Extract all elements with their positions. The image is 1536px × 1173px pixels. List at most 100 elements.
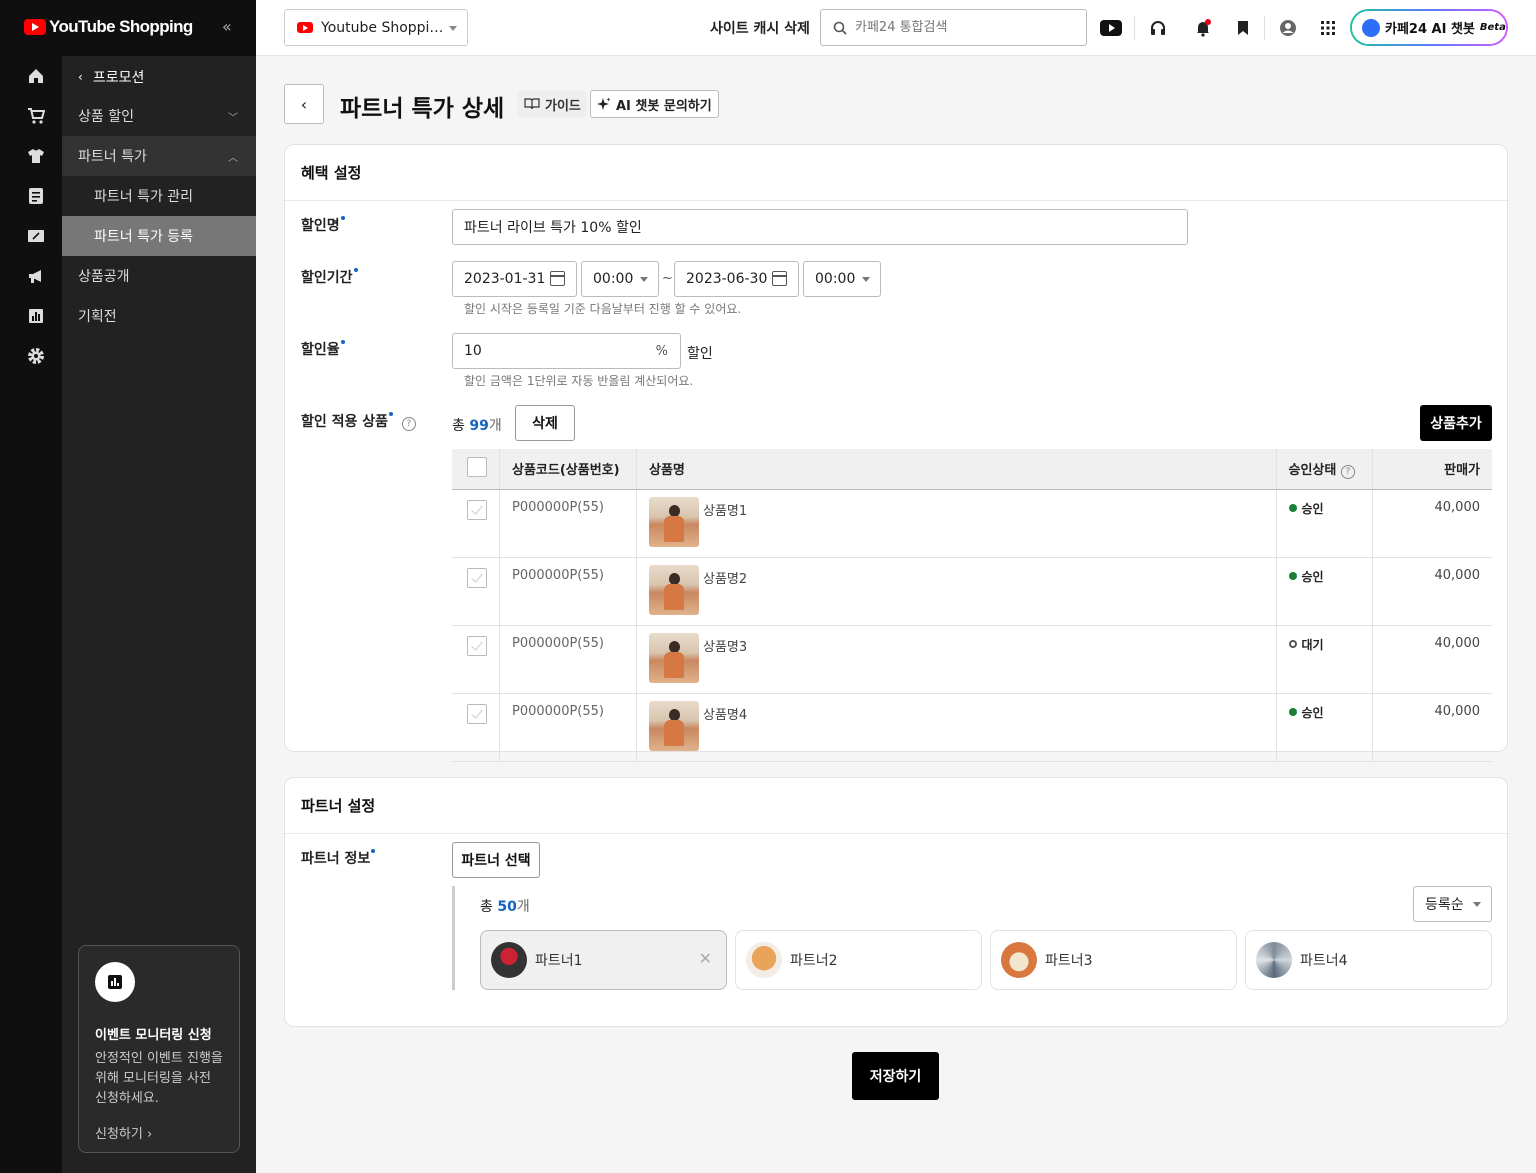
- start-time-select[interactable]: 00:00: [581, 261, 659, 297]
- home-icon[interactable]: [26, 66, 46, 86]
- chevron-down-icon: ﹀: [228, 112, 238, 124]
- monitoring-title: 이벤트 모니터링 신청: [95, 1028, 212, 1043]
- select-all-cell: [452, 449, 500, 490]
- submenu-item-partner-deal-manage[interactable]: 파트너 특가 관리: [62, 176, 256, 216]
- submenu-item-partner-deal[interactable]: 파트너 특가 ︿: [62, 136, 256, 176]
- clear-site-cache-button[interactable]: 사이트 캐시 삭제: [710, 18, 810, 38]
- partner-select-button[interactable]: 파트너 선택: [452, 842, 540, 878]
- page-title: 파트너 특가 상세: [340, 96, 505, 122]
- youtube-shopping-logo[interactable]: YouTube Shopping: [24, 17, 193, 37]
- submenu-item-exhibition[interactable]: 기획전: [62, 296, 256, 336]
- delete-products-button[interactable]: 삭제: [515, 405, 575, 441]
- ai-chatbot-button[interactable]: 카페24 AI 챗봇 Beta: [1350, 9, 1508, 46]
- period-separator: ~: [662, 271, 673, 286]
- row-checkbox[interactable]: [467, 703, 487, 724]
- partner-chip[interactable]: 파트너3: [990, 930, 1237, 990]
- status-badge: 대기: [1288, 636, 1360, 653]
- brand-bar: YouTube Shopping «: [0, 0, 256, 56]
- cart-icon[interactable]: [26, 106, 46, 126]
- calendar-icon[interactable]: [550, 271, 565, 286]
- discount-rate-label: 할인율: [301, 339, 345, 359]
- monitoring-desc: 안정적인 이벤트 진행을 위해 모니터링을 사전 신청하세요.: [95, 1051, 223, 1106]
- discount-name-label: 할인명: [301, 215, 345, 235]
- event-monitoring-card: 이벤트 모니터링 신청 안정적인 이벤트 진행을 위해 모니터링을 사전 신청하…: [78, 945, 240, 1153]
- gear-icon[interactable]: [26, 346, 46, 366]
- column-price: 판매가: [1371, 449, 1492, 490]
- discount-rate-field[interactable]: 10 %: [452, 333, 681, 369]
- headset-icon[interactable]: [1148, 18, 1168, 38]
- status-badge: 승인: [1288, 568, 1360, 585]
- approved-dot-icon: [1288, 504, 1297, 512]
- table-row: P000000P(55) 상품명2 승인 40,000: [452, 557, 1492, 626]
- product-name[interactable]: 상품명2: [703, 572, 747, 587]
- submenu-item-partner-deal-register[interactable]: 파트너 특가 등록: [62, 216, 256, 256]
- partner-info-label: 파트너 정보: [301, 848, 376, 868]
- add-products-button[interactable]: 상품추가: [1420, 405, 1492, 441]
- caret-down-icon: [862, 277, 870, 282]
- chatbot-icon: [1362, 18, 1380, 37]
- discount-name-field[interactable]: 파트너 라이브 특가 10% 할인: [452, 209, 1188, 245]
- apps-grid-icon[interactable]: [1318, 18, 1338, 38]
- partner-settings-card: 파트너 설정 파트너 정보 파트너 선택 총 50개 등록순 파트너1 ✕ 파트…: [284, 777, 1508, 1027]
- ai-chatbot-ask-button[interactable]: AI 챗봇 문의하기: [590, 90, 719, 118]
- approved-dot-icon: [1288, 708, 1297, 716]
- help-icon[interactable]: ?: [401, 417, 416, 431]
- youtube-icon[interactable]: [1100, 18, 1122, 38]
- product-price: 40,000: [1371, 489, 1492, 558]
- status-badge: 승인: [1288, 500, 1360, 517]
- status-badge: 승인: [1288, 704, 1360, 721]
- account-icon[interactable]: [1278, 18, 1298, 38]
- submenu-item-product-publish[interactable]: 상품공개: [62, 256, 256, 296]
- start-date-field[interactable]: 2023-01-31: [452, 261, 577, 297]
- help-icon[interactable]: ?: [1340, 464, 1355, 479]
- product-name[interactable]: 상품명1: [703, 504, 747, 519]
- monitoring-apply-link[interactable]: 신청하기 ›: [95, 1123, 223, 1142]
- sparkle-icon: [597, 97, 611, 110]
- book-icon: [524, 98, 540, 110]
- shop-select[interactable]: Youtube Shoppi…: [284, 9, 468, 46]
- close-icon[interactable]: ✕: [699, 949, 712, 968]
- benefit-settings-card: 혜택 설정 할인명 파트너 라이브 특가 10% 할인 할인기간 2023-01…: [284, 144, 1508, 762]
- search-input[interactable]: [855, 20, 1065, 35]
- product-name[interactable]: 상품명4: [703, 708, 747, 723]
- shirt-icon[interactable]: [26, 146, 46, 166]
- global-search[interactable]: [820, 9, 1087, 46]
- approved-dot-icon: [1288, 572, 1297, 580]
- row-checkbox[interactable]: [467, 635, 487, 656]
- submenu-item-product-discount[interactable]: 상품 할인 ﹀: [62, 96, 256, 136]
- product-code: P000000P(55): [499, 625, 637, 694]
- coupon-icon[interactable]: [26, 226, 46, 246]
- select-all-checkbox[interactable]: [467, 456, 487, 477]
- chart-icon[interactable]: [26, 306, 46, 326]
- partner-settings-title: 파트너 설정: [285, 778, 1507, 834]
- bar-chart-icon: [95, 962, 135, 1002]
- document-icon[interactable]: [26, 186, 46, 206]
- double-chevron-left-icon[interactable]: «: [222, 17, 232, 36]
- bell-icon[interactable]: [1193, 18, 1213, 38]
- megaphone-icon[interactable]: [26, 266, 46, 286]
- table-row: P000000P(55) 상품명4 승인 40,000: [452, 693, 1492, 762]
- partner-chip[interactable]: 파트너4: [1245, 930, 1492, 990]
- submenu-back[interactable]: ‹ 프로모션: [78, 67, 144, 87]
- save-button[interactable]: 저장하기: [852, 1052, 939, 1100]
- end-time-select[interactable]: 00:00: [803, 261, 881, 297]
- partner-avatar: [1256, 942, 1292, 978]
- back-button[interactable]: ‹: [284, 84, 324, 124]
- product-name[interactable]: 상품명3: [703, 640, 747, 655]
- end-date-field[interactable]: 2023-06-30: [674, 261, 799, 297]
- table-row: P000000P(55) 상품명3 대기 40,000: [452, 625, 1492, 694]
- guide-button[interactable]: 가이드: [518, 91, 587, 117]
- product-price: 40,000: [1371, 625, 1492, 694]
- partner-list: 총 50개 등록순 파트너1 ✕ 파트너2 파트너3 파트너4: [452, 886, 1492, 990]
- sort-select[interactable]: 등록순: [1413, 886, 1492, 922]
- calendar-icon[interactable]: [772, 271, 787, 286]
- product-code: P000000P(55): [499, 557, 637, 626]
- table-row: P000000P(55) 상품명1 승인 40,000: [452, 489, 1492, 558]
- period-hint: 할인 시작은 등록일 기준 다음날부터 진행 할 수 있어요.: [464, 302, 742, 316]
- bookmark-icon[interactable]: [1233, 18, 1253, 38]
- row-checkbox[interactable]: [467, 499, 487, 520]
- partner-chip[interactable]: 파트너1 ✕: [480, 930, 727, 990]
- partner-chip[interactable]: 파트너2: [735, 930, 982, 990]
- row-checkbox[interactable]: [467, 567, 487, 588]
- table-header-row: 상품코드(상품번호) 상품명 승인상태 ? 판매가: [452, 449, 1492, 490]
